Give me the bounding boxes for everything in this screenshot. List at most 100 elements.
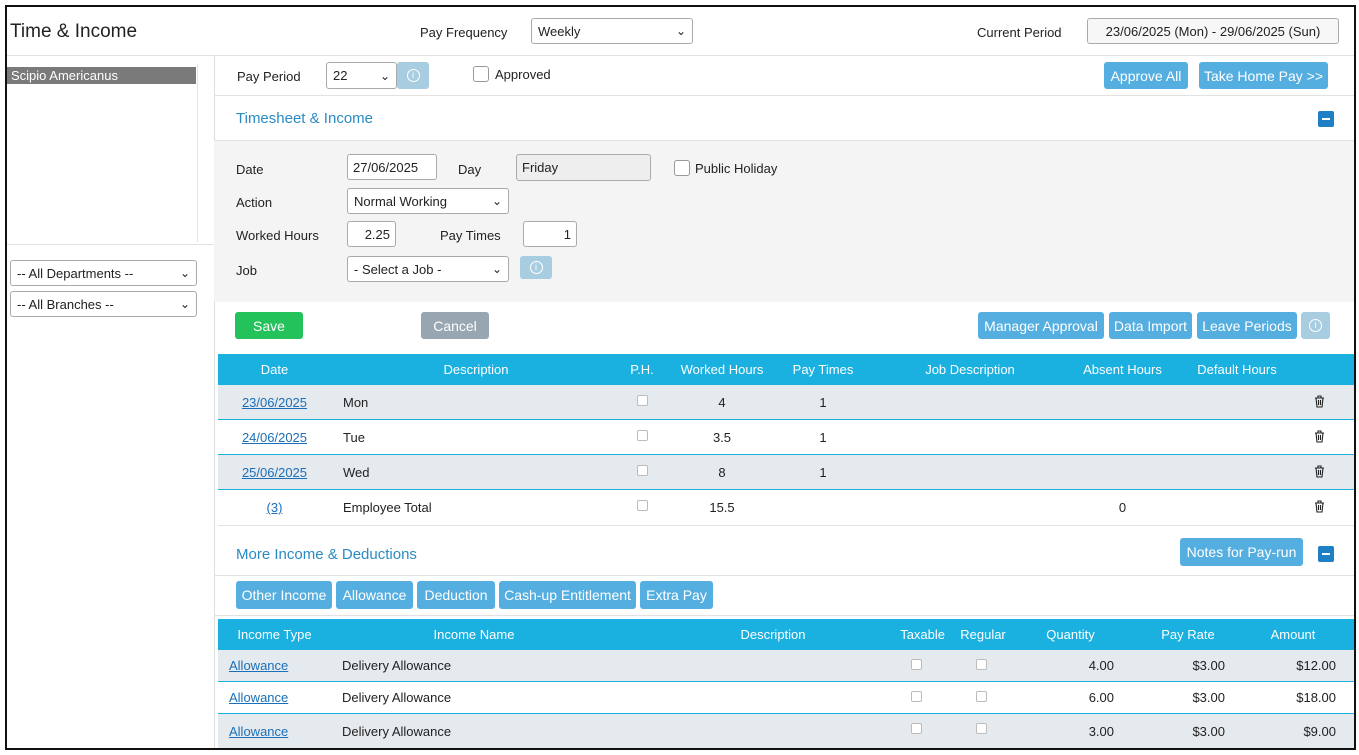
employee-list[interactable]: Scipio Americanus — [7, 60, 214, 251]
income-type-link[interactable]: Allowance — [229, 658, 288, 673]
col-regular: Regular — [960, 627, 1006, 642]
row-ph-checkbox[interactable] — [637, 395, 648, 406]
public-holiday-label: Public Holiday — [695, 161, 778, 176]
pay-period-info-button[interactable]: i — [397, 62, 429, 89]
income-pay-rate: $3.00 — [1192, 690, 1225, 705]
collapse-timesheet-icon[interactable] — [1318, 111, 1334, 127]
chevron-down-icon: ⌄ — [491, 262, 502, 276]
save-button[interactable]: Save — [235, 312, 303, 339]
table-row[interactable]: 25/06/2025 Wed 8 1 — [218, 455, 1354, 490]
date-input[interactable]: 27/06/2025 — [347, 154, 437, 180]
public-holiday-checkbox[interactable] — [674, 160, 690, 176]
trash-icon[interactable] — [1314, 395, 1325, 408]
tab-other-income[interactable]: Other Income — [236, 581, 332, 609]
income-section-title: More Income & Deductions — [236, 546, 417, 563]
current-period-field: 23/06/2025 (Mon) - 29/06/2025 (Sun) — [1087, 18, 1339, 44]
header-divider — [7, 55, 1354, 56]
chevron-down-icon: ⌄ — [179, 266, 190, 280]
collapse-income-icon[interactable] — [1318, 546, 1334, 562]
income-amount: $12.00 — [1296, 658, 1336, 673]
table-row[interactable]: 23/06/2025 Mon 4 1 — [218, 385, 1354, 420]
tab-extra-pay[interactable]: Extra Pay — [640, 581, 713, 609]
regular-checkbox[interactable] — [976, 659, 987, 670]
row-ph-checkbox[interactable] — [637, 465, 648, 476]
table-row[interactable]: Allowance Delivery Allowance 4.00 $3.00 … — [218, 650, 1354, 682]
trash-icon[interactable] — [1314, 465, 1325, 478]
branch-filter[interactable]: -- All Branches -- ⌄ — [10, 291, 197, 317]
row-pay-times: 1 — [819, 429, 827, 445]
row-ph-checkbox[interactable] — [637, 500, 648, 511]
chevron-down-icon: ⌄ — [379, 68, 390, 83]
action-select[interactable]: Normal Working ⌄ — [347, 188, 509, 214]
manager-approval-button[interactable]: Manager Approval — [978, 312, 1104, 339]
income-type-link[interactable]: Allowance — [229, 690, 288, 705]
trash-icon[interactable] — [1314, 430, 1325, 443]
worked-hours-value: 2.25 — [364, 226, 390, 242]
total-row: (3) Employee Total 15.5 0 — [218, 490, 1354, 526]
approved-checkbox[interactable] — [473, 66, 489, 82]
take-home-pay-button[interactable]: Take Home Pay >> — [1199, 62, 1328, 89]
approve-all-button[interactable]: Approve All — [1104, 62, 1188, 89]
row-description: Employee Total — [343, 500, 432, 515]
pay-frequency-label: Pay Frequency — [420, 25, 508, 40]
branch-filter-value: -- All Branches -- — [17, 296, 114, 312]
table-row[interactable]: Allowance Delivery Allowance 6.00 $3.00 … — [218, 682, 1354, 714]
regular-checkbox[interactable] — [976, 723, 987, 734]
table-row[interactable]: Allowance Delivery Allowance 3.00 $3.00 … — [218, 714, 1354, 748]
row-worked-hours: 15.5 — [709, 500, 735, 515]
department-filter[interactable]: -- All Departments -- ⌄ — [10, 260, 197, 286]
tab-deduction[interactable]: Deduction — [417, 581, 495, 609]
tab-cash-up-entitlement[interactable]: Cash-up Entitlement — [499, 581, 636, 609]
pay-frequency-select[interactable]: Weekly ⌄ — [531, 18, 693, 44]
row-date-link[interactable]: 23/06/2025 — [242, 395, 307, 410]
current-period-label: Current Period — [977, 25, 1062, 40]
row-absent-hours — [1075, 455, 1170, 489]
job-select[interactable]: - Select a Job - ⌄ — [347, 256, 509, 282]
timesheet-section-title: Timesheet & Income — [236, 110, 373, 127]
income-table-header: Income Type Income Name Description Taxa… — [218, 619, 1354, 650]
income-type-link[interactable]: Allowance — [229, 724, 288, 739]
regular-checkbox[interactable] — [976, 691, 987, 702]
row-ph-checkbox[interactable] — [637, 430, 648, 441]
pay-frequency-value: Weekly — [538, 23, 581, 39]
pay-times-input[interactable]: 1 — [523, 221, 577, 247]
row-absent-hours — [1075, 385, 1170, 419]
col-income-name: Income Name — [433, 627, 515, 642]
taxable-checkbox[interactable] — [911, 659, 922, 670]
employee-list-scrollbar[interactable] — [197, 64, 208, 242]
row-date-link[interactable]: 25/06/2025 — [242, 465, 307, 480]
employee-name: Scipio Americanus — [11, 68, 118, 83]
data-import-button[interactable]: Data Import — [1109, 312, 1192, 339]
cancel-button[interactable]: Cancel — [421, 312, 489, 339]
trash-icon[interactable] — [1314, 500, 1325, 513]
day-value: Friday — [522, 160, 559, 175]
row-pay-times: 1 — [819, 464, 827, 480]
employee-item[interactable]: Scipio Americanus — [7, 67, 196, 84]
info-icon: i — [406, 69, 420, 82]
row-date-link[interactable]: 24/06/2025 — [242, 430, 307, 445]
worked-hours-input[interactable]: 2.25 — [347, 221, 396, 247]
total-count-link[interactable]: (3) — [267, 500, 283, 515]
leave-periods-button[interactable]: Leave Periods — [1197, 312, 1297, 339]
taxable-checkbox[interactable] — [911, 691, 922, 702]
leave-info-button[interactable]: i — [1301, 312, 1330, 339]
date-label: Date — [236, 162, 264, 177]
col-amount: Amount — [1270, 627, 1316, 642]
tab-allowance[interactable]: Allowance — [336, 581, 413, 609]
job-info-button[interactable]: i — [520, 256, 552, 279]
pay-period-select[interactable]: 22 ⌄ — [326, 62, 397, 89]
taxable-checkbox[interactable] — [911, 723, 922, 734]
job-value: - Select a Job - — [354, 261, 442, 277]
sidebar-divider — [7, 244, 214, 245]
row-worked-hours: 4 — [718, 394, 726, 410]
app-window: Time & Income Pay Frequency Weekly ⌄ Cur… — [5, 5, 1356, 750]
notes-for-pay-run-button[interactable]: Notes for Pay-run — [1180, 538, 1303, 566]
col-description: Description — [740, 627, 806, 642]
timesheet-table-header: Date Description P.H. Worked Hours Pay T… — [218, 354, 1354, 385]
col-pay-rate: Pay Rate — [1161, 627, 1215, 642]
income-amount: $18.00 — [1296, 690, 1336, 705]
action-value: Normal Working — [354, 193, 447, 209]
table-row[interactable]: 24/06/2025 Tue 3.5 1 — [218, 420, 1354, 455]
day-field: Friday — [516, 154, 651, 181]
income-quantity: 3.00 — [1088, 723, 1114, 739]
